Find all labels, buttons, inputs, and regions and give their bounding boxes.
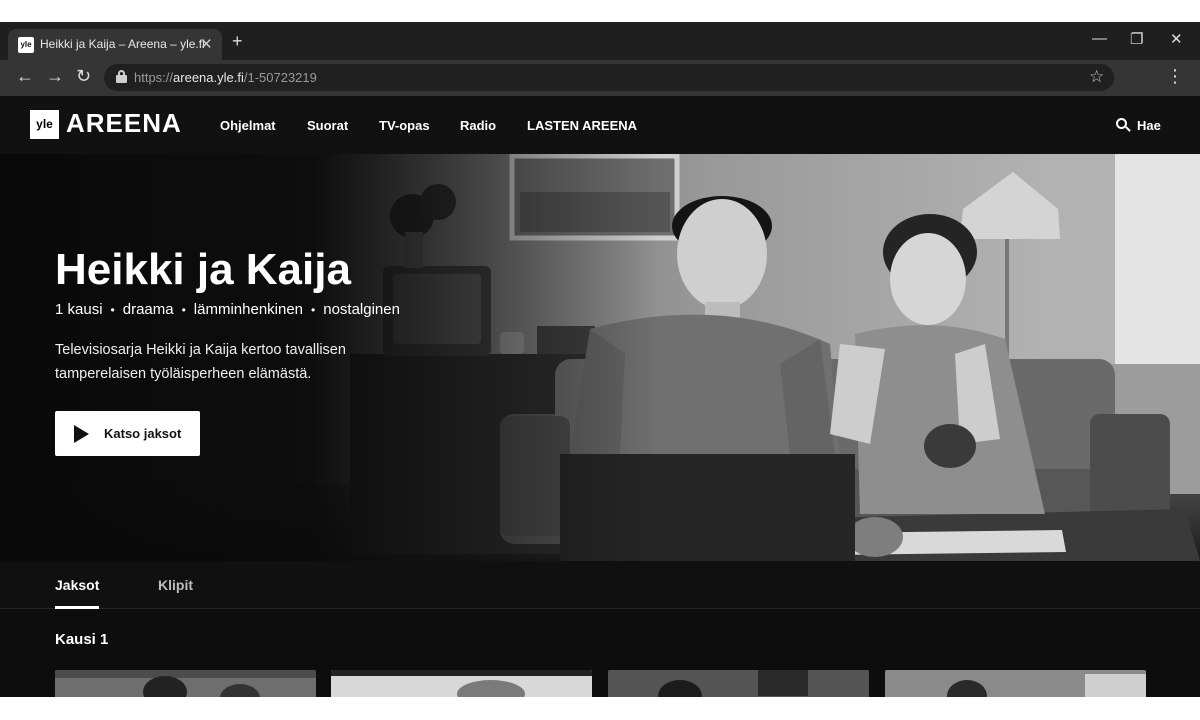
hero-banner: Heikki ja Kaija 1 kausi • draama • lämminhen… <box>0 154 1200 561</box>
nav-tv-opas[interactable]: TV-opas <box>379 118 430 133</box>
active-tab-indicator <box>55 606 99 609</box>
series-description: Televisiosarja Heikki ja Kaija kertoo ta… <box>55 342 346 382</box>
tab-jaksot[interactable]: Jaksot <box>55 577 99 593</box>
meta-tag: nostalginen <box>323 301 400 318</box>
meta-separator: • <box>181 303 186 317</box>
episode-thumbnail <box>331 670 592 697</box>
new-tab-icon[interactable]: + <box>232 31 243 52</box>
forward-icon[interactable]: → <box>46 66 64 87</box>
watch-episodes-label: Katso jaksot <box>104 426 182 441</box>
reload-icon[interactable]: ↻ <box>76 66 91 87</box>
back-icon[interactable]: ← <box>16 66 34 87</box>
season-section: Kausi 1 <box>0 610 1200 697</box>
search-icon <box>1116 118 1131 132</box>
search-button[interactable]: Hae <box>1116 116 1176 136</box>
favicon-icon: yle <box>18 37 34 53</box>
browser-tab[interactable]: yle Heikki ja Kaija – Areena – yle.fi ✕ <box>8 29 222 60</box>
watch-episodes-button[interactable]: Katso jaksot <box>55 411 200 456</box>
episode-card[interactable] <box>55 670 316 697</box>
episode-card[interactable] <box>885 670 1146 697</box>
series-meta: 1 kausi • draama • lämminhenkinen • nostalgine… <box>55 301 400 318</box>
window-close-icon[interactable]: ✕ <box>1170 30 1183 48</box>
lock-icon <box>116 70 127 83</box>
search-label: Hae <box>1137 118 1161 133</box>
tab-close-icon[interactable]: ✕ <box>200 35 213 53</box>
meta-separator: • <box>110 303 115 317</box>
tab-klipit[interactable]: Klipit <box>158 577 193 593</box>
nav-lasten-areena[interactable]: LASTEN AREENA <box>527 118 637 133</box>
tab-title: Heikki ja Kaija – Areena – yle.fi <box>40 37 205 51</box>
areena-logo[interactable]: AREENA <box>66 108 182 139</box>
yle-logo[interactable]: yle <box>30 110 59 139</box>
site-header: yle AREENA Ohjelmat Suorat TV-opas Radio… <box>0 96 1200 154</box>
meta-separator: • <box>311 303 316 317</box>
browser-toolbar: ← → ↻ https://areena.yle.fi/1-50723219 ☆… <box>0 60 1200 96</box>
minimize-icon[interactable]: — <box>1092 30 1107 47</box>
episode-thumbnail <box>55 670 316 697</box>
episode-thumbnail <box>885 670 1146 697</box>
bookmark-star-icon[interactable]: ☆ <box>1089 67 1104 87</box>
restore-icon[interactable]: ❐ <box>1130 30 1143 48</box>
meta-genre: draama <box>122 301 174 318</box>
episode-thumbnail <box>608 670 869 697</box>
episode-card[interactable] <box>331 670 592 697</box>
nav-ohjelmat[interactable]: Ohjelmat <box>220 118 276 133</box>
nav-radio[interactable]: Radio <box>460 118 496 133</box>
tab-strip: yle Heikki ja Kaija – Areena – yle.fi ✕ … <box>0 22 1200 60</box>
address-bar[interactable]: https://areena.yle.fi/1-50723219 ☆ <box>104 64 1114 91</box>
url-text: https://areena.yle.fi/1-50723219 <box>134 70 317 85</box>
browser-window: yle Heikki ja Kaija – Areena – yle.fi ✕ … <box>0 22 1200 697</box>
meta-seasons: 1 kausi <box>55 301 103 318</box>
episode-card[interactable] <box>608 670 869 697</box>
nav-suorat[interactable]: Suorat <box>307 118 348 133</box>
browser-menu-icon[interactable]: ⋮ <box>1166 66 1184 87</box>
play-icon <box>74 425 89 443</box>
meta-mood: lämminhenkinen <box>193 301 304 318</box>
season-title: Kausi 1 <box>55 631 109 648</box>
content-tabs: Jaksot Klipit <box>0 561 1200 609</box>
series-title: Heikki ja Kaija <box>55 245 351 294</box>
